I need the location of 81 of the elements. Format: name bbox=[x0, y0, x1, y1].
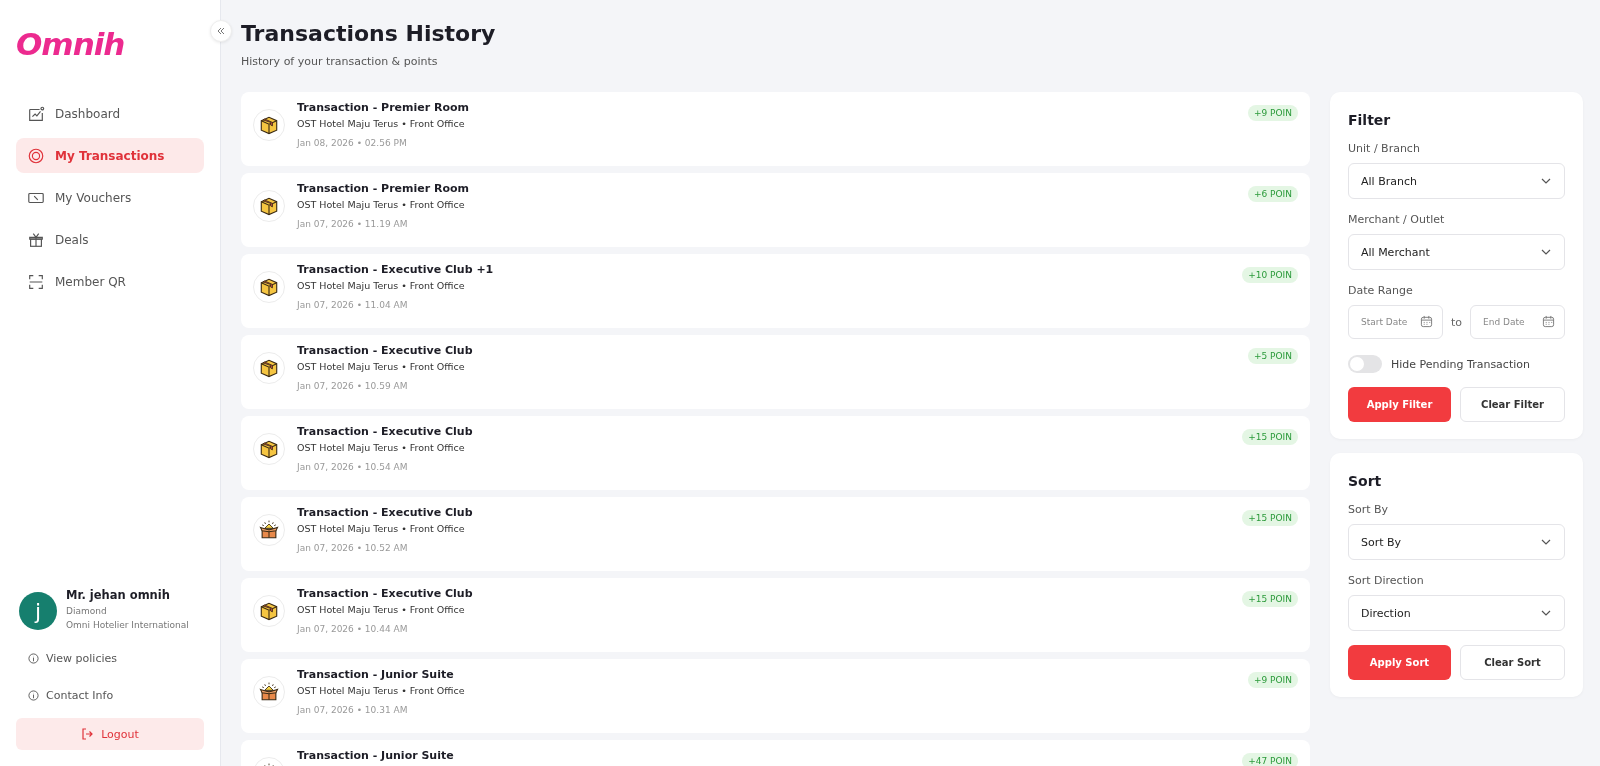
transaction-title: Transaction - Executive Club bbox=[297, 506, 474, 519]
logo: Omnih bbox=[16, 26, 125, 62]
apply-button[interactable]: Apply Sort bbox=[1348, 645, 1451, 680]
dropdown[interactable]: All Merchant bbox=[1348, 234, 1565, 270]
transaction-card[interactable]: Transaction - Executive Club OST Hotel Maju Terus • Front Office Jan 07, 2026 • 10.44 AM +15 POIN bbox=[241, 578, 1310, 652]
transaction-card[interactable]: Transaction - Executive Club OST Hotel Maju Terus • Front Office Jan 07, 2026 • 10.54 AM +15 POIN bbox=[241, 416, 1310, 490]
dropdown-value: All Merchant bbox=[1361, 245, 1430, 259]
transaction-card[interactable]: Transaction - Premier Room OST Hotel Maju Terus • Front Office Jan 07, 2026 • 11.19 AM +6 POIN bbox=[241, 173, 1310, 247]
toggle-label: Hide Pending Transaction bbox=[1391, 357, 1530, 371]
transaction-location: OST Hotel Maju Terus • Front Office bbox=[297, 199, 466, 210]
transaction-card[interactable]: Transaction - Executive Club OST Hotel Maju Terus • Front Office Jan 07, 2026 • 10.52 AM +15 POIN bbox=[241, 497, 1310, 571]
user-company: Omni Hotelier International bbox=[66, 620, 189, 630]
transaction-title: Transaction - Executive Club bbox=[297, 425, 474, 438]
field-label: Sort By bbox=[1348, 503, 1390, 516]
field-label: Date Range bbox=[1348, 284, 1414, 297]
transaction-location: OST Hotel Maju Terus • Front Office bbox=[297, 523, 466, 534]
transaction-card[interactable]: Transaction - Executive Club +1 OST Hotel Maju Terus • Front Office Jan 07, 2026 • 11.04 AM +10 POIN bbox=[241, 254, 1310, 328]
transaction-date: Jan 07, 2026 • 10.54 AM bbox=[297, 462, 409, 472]
field-label: Merchant / Outlet bbox=[1348, 213, 1446, 226]
points-badge: +5 POIN bbox=[1247, 348, 1298, 364]
date-separator: to bbox=[1451, 315, 1463, 329]
dropdown-value: All Branch bbox=[1361, 174, 1417, 188]
transaction-card[interactable]: Transaction - Executive Club OST Hotel Maju Terus • Front Office Jan 07, 2026 • 10.59 AM +5 POIN bbox=[241, 335, 1310, 409]
dropdown-value: Direction bbox=[1361, 606, 1411, 620]
start-date-field[interactable]: Start Date bbox=[1348, 305, 1443, 339]
transaction-date: Jan 07, 2026 • 10.31 AM bbox=[297, 705, 409, 715]
transaction-date: Jan 08, 2026 • 02.56 PM bbox=[297, 138, 408, 148]
page-subtitle: History of your transaction & points bbox=[241, 55, 439, 68]
points-badge: +15 POIN bbox=[1242, 429, 1298, 445]
transaction-location: OST Hotel Maju Terus • Front Office bbox=[297, 685, 466, 696]
transaction-title: Transaction - Executive Club bbox=[297, 344, 474, 357]
transaction-location: OST Hotel Maju Terus • Front Office bbox=[297, 280, 466, 291]
membership-level: Diamond bbox=[66, 606, 108, 616]
clear-button[interactable]: Clear Filter bbox=[1460, 387, 1565, 422]
logout-button[interactable]: Logout bbox=[16, 718, 204, 750]
transaction-date: Jan 07, 2026 • 11.19 AM bbox=[297, 219, 409, 229]
sidebar-item[interactable]: Dashboard bbox=[16, 96, 204, 131]
dropdown[interactable]: All Branch bbox=[1348, 163, 1565, 199]
panel-title: Filter bbox=[1348, 112, 1392, 128]
transaction-title: Transaction - Junior Suite bbox=[297, 749, 455, 762]
user-name: Mr. jehan omnih bbox=[66, 588, 171, 602]
transaction-card[interactable]: Transaction - Junior Suite OST Hotel Maju Terus • Front Office Jan 07, 2026 • 10.31 AM +9 POIN bbox=[241, 659, 1310, 733]
transaction-date: Jan 07, 2026 • 11.04 AM bbox=[297, 300, 409, 310]
dropdown[interactable]: Sort By bbox=[1348, 524, 1565, 560]
transaction-date: Jan 07, 2026 • 10.44 AM bbox=[297, 624, 409, 634]
transaction-title: Transaction - Junior Suite bbox=[297, 668, 455, 681]
apply-button[interactable]: Apply Filter bbox=[1348, 387, 1451, 422]
clear-button[interactable]: Clear Sort bbox=[1460, 645, 1565, 680]
transaction-title: Transaction - Premier Room bbox=[297, 182, 471, 195]
transaction-title: Transaction - Executive Club bbox=[297, 587, 474, 600]
points-badge: +9 POIN bbox=[1247, 105, 1298, 121]
field-label: Sort Direction bbox=[1348, 574, 1425, 587]
points-badge: +15 POIN bbox=[1242, 510, 1298, 526]
transaction-date: Jan 07, 2026 • 10.59 AM bbox=[297, 381, 409, 391]
transaction-card[interactable]: Transaction - Premier Room OST Hotel Maju Terus • Front Office Jan 08, 2026 • 02.56 PM +9 POIN bbox=[241, 92, 1310, 166]
transaction-card[interactable]: Transaction - Junior Suite +47 POIN bbox=[241, 740, 1310, 766]
sidebar-item[interactable]: My Transactions bbox=[16, 138, 204, 173]
points-badge: +9 POIN bbox=[1247, 672, 1298, 688]
transaction-location: OST Hotel Maju Terus • Front Office bbox=[297, 361, 466, 372]
transaction-date: Jan 07, 2026 • 10.52 AM bbox=[297, 543, 409, 553]
sidebar-link[interactable]: Contact Info bbox=[28, 677, 192, 714]
sidebar-item[interactable]: Deals bbox=[16, 222, 204, 257]
dropdown[interactable]: Direction bbox=[1348, 595, 1565, 631]
transaction-title: Transaction - Premier Room bbox=[297, 101, 471, 114]
dropdown-value: Sort By bbox=[1361, 535, 1402, 549]
transaction-location: OST Hotel Maju Terus • Front Office bbox=[297, 442, 466, 453]
end-date-field[interactable]: End Date bbox=[1470, 305, 1565, 339]
transaction-location: OST Hotel Maju Terus • Front Office bbox=[297, 604, 466, 615]
points-badge: +6 POIN bbox=[1247, 186, 1298, 202]
transaction-title: Transaction - Executive Club +1 bbox=[297, 263, 495, 276]
field-label: Unit / Branch bbox=[1348, 142, 1421, 155]
page-title: Transactions History bbox=[241, 21, 497, 46]
points-badge: +47 POIN bbox=[1242, 753, 1298, 766]
transaction-location: OST Hotel Maju Terus • Front Office bbox=[297, 118, 466, 129]
sidebar-link[interactable]: View policies bbox=[28, 640, 192, 677]
points-badge: +15 POIN bbox=[1242, 591, 1298, 607]
avatar: j bbox=[19, 592, 57, 630]
sidebar-item[interactable]: My Vouchers bbox=[16, 180, 204, 215]
panel-title: Sort bbox=[1348, 473, 1383, 489]
sidebar-item[interactable]: Member QR bbox=[16, 264, 204, 299]
points-badge: +10 POIN bbox=[1242, 267, 1298, 283]
